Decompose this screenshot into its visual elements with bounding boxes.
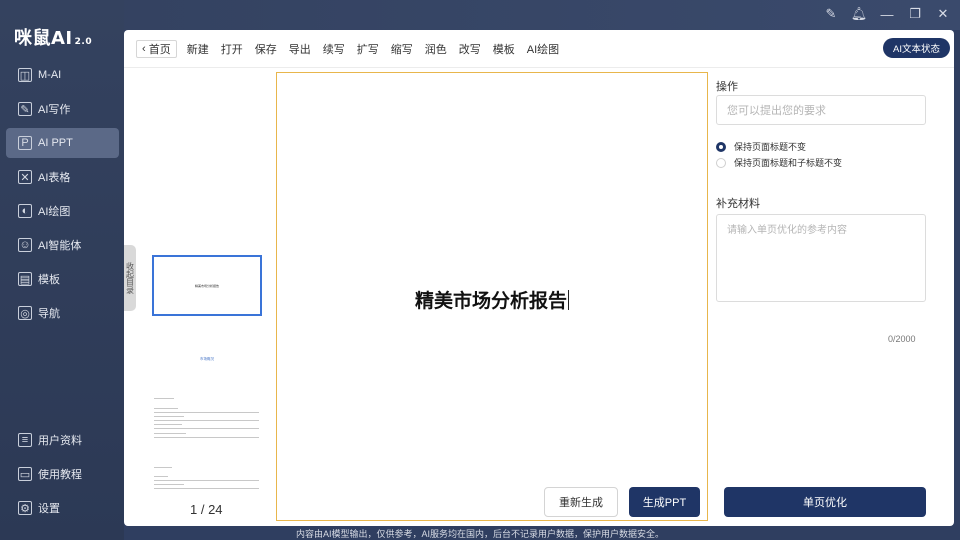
tutorial-icon: ▭ xyxy=(18,467,32,481)
cube-icon: ◫ xyxy=(18,68,32,82)
chevron-left-icon: ‹ xyxy=(142,42,149,55)
template-icon: ▤ xyxy=(18,272,32,286)
sidebar-item-label: AI写作 xyxy=(38,104,71,116)
sidebar-bottom-nav: ≡ 用户资料 ▭ 使用教程 ⚙ 设置 xyxy=(6,425,119,527)
title-bar: ✎ 🔔︎ — ❐ ✕ xyxy=(0,0,960,30)
sidebar-item-label: 导航 xyxy=(38,308,60,320)
slide-thumbnail-1[interactable]: 精美市场分析报告 xyxy=(152,255,262,316)
thumbnail-title: 精美市场分析报告 xyxy=(194,284,219,288)
thumbnail-text-line xyxy=(154,416,184,417)
supplement-textarea[interactable]: 请输入单页优化的参考内容 xyxy=(716,214,926,302)
sidebar-item-user-profile[interactable]: ≡ 用户资料 xyxy=(6,425,119,455)
ai-drawing-button[interactable]: AI绘图 xyxy=(527,41,559,57)
thumbnail-text-line xyxy=(154,480,259,481)
thumbnail-text-line xyxy=(154,437,259,438)
radio-unchecked-icon xyxy=(716,157,726,168)
sidebar-item-label: 模板 xyxy=(38,274,60,286)
feedback-icon[interactable]: ✎ xyxy=(822,5,840,23)
minimize-icon[interactable]: — xyxy=(878,5,896,23)
sidebar-item-label: AI智能体 xyxy=(38,240,82,252)
optimize-panel: 操作 您可以提出您的要求 保持页面标题不变 保持页面标题和子标题不变 补充材料 … xyxy=(716,68,954,526)
sidebar-item-m-ai[interactable]: ◫ M-AI xyxy=(6,60,119,90)
toolbar: ‹ 首页 新建 打开 保存 导出 续写 扩写 缩写 润色 改写 模板 AI绘图 … xyxy=(124,30,954,68)
char-counter: 0/2000 xyxy=(888,334,916,344)
thumbnail-text-line xyxy=(154,412,259,413)
thumbnail-title: 市场概况 xyxy=(200,357,214,361)
sidebar-item-label: 用户资料 xyxy=(38,435,82,447)
navigation-icon: ◎ xyxy=(18,306,32,320)
gear-icon: ⚙ xyxy=(18,501,32,515)
sidebar-item-label: 使用教程 xyxy=(38,469,82,481)
thumbnail-text-line xyxy=(154,433,186,434)
footer-disclaimer: 内容由AI模型输出，仅供参考，AI服务均在国内，后台不记录用户数据，保护用户数据… xyxy=(295,529,664,539)
supplement-label: 补充材料 xyxy=(716,198,760,210)
template-button[interactable]: 模板 xyxy=(493,41,515,57)
thumbnail-text-line xyxy=(154,420,259,421)
thumbnail-text-line xyxy=(154,398,174,399)
sidebar-nav: ◫ M-AI ✎ AI写作 P AI PPT ✕ AI表格 ◐ AI绘图 ☺ AI智能体 ▤… xyxy=(6,60,119,332)
sidebar-item-ai-ppt[interactable]: P AI PPT xyxy=(6,128,119,158)
radio-checked-icon xyxy=(716,141,726,152)
sidebar-item-tutorial[interactable]: ▭ 使用教程 xyxy=(6,459,119,489)
ppt-icon: P xyxy=(18,136,32,150)
operation-label: 操作 xyxy=(716,81,738,93)
thumbnail-text-line xyxy=(154,424,182,425)
close-icon[interactable]: ✕ xyxy=(934,5,952,23)
slide-title[interactable]: 精美市场分析报告 xyxy=(277,286,707,313)
paint-icon: ◐ xyxy=(18,204,32,218)
sidebar-item-ai-drawing[interactable]: ◐ AI绘图 xyxy=(6,196,119,226)
robot-icon: ☺ xyxy=(18,238,32,252)
app-logo: 咪鼠AI 2.0 xyxy=(14,28,93,49)
window-controls: ✎ 🔔︎ — ❐ ✕ xyxy=(822,5,952,23)
sidebar-item-ai-agent[interactable]: ☺ AI智能体 xyxy=(6,230,119,260)
rewrite-button[interactable]: 改写 xyxy=(459,41,481,57)
sidebar-item-ai-table[interactable]: ✕ AI表格 xyxy=(6,162,119,192)
sidebar-item-label: AI绘图 xyxy=(38,206,71,218)
thumbnail-text-line xyxy=(154,408,178,409)
regenerate-button[interactable]: 重新生成 xyxy=(544,487,618,517)
sidebar-item-label: AI表格 xyxy=(38,172,71,184)
page-indicator: 1 / 24 xyxy=(190,502,223,517)
sidebar-item-navigation[interactable]: ◎ 导航 xyxy=(6,298,119,328)
bell-icon[interactable]: 🔔︎ xyxy=(850,5,868,23)
polish-button[interactable]: 润色 xyxy=(425,41,447,57)
collapse-outline-tab[interactable]: 收起目录 xyxy=(124,245,136,311)
sidebar-item-ai-writing[interactable]: ✎ AI写作 xyxy=(6,94,119,124)
edit-icon: ✎ xyxy=(18,102,32,116)
sidebar-item-templates[interactable]: ▤ 模板 xyxy=(6,264,119,294)
sidebar-item-label: AI PPT xyxy=(38,137,73,149)
thumbnail-text-line xyxy=(154,428,259,429)
sidebar-item-label: 设置 xyxy=(38,503,60,515)
radio-keep-title-subtitle[interactable]: 保持页面标题和子标题不变 xyxy=(716,156,842,169)
restore-icon[interactable]: ❐ xyxy=(906,5,924,23)
request-input[interactable]: 您可以提出您的要求 xyxy=(716,95,926,125)
table-icon: ✕ xyxy=(18,170,32,184)
slide-thumbnail-2[interactable]: 市场概况 xyxy=(152,330,262,490)
ai-status-button[interactable]: AI文本状态 xyxy=(883,38,950,58)
thumbnail-text-line xyxy=(154,467,172,468)
save-button[interactable]: 保存 xyxy=(255,41,277,57)
home-button[interactable]: ‹ 首页 xyxy=(136,39,177,58)
main-panel: ‹ 首页 新建 打开 保存 导出 续写 扩写 缩写 润色 改写 模板 AI绘图 … xyxy=(124,30,954,526)
thumbnail-text-line xyxy=(154,484,184,485)
new-button[interactable]: 新建 xyxy=(187,41,209,57)
text-caret xyxy=(568,290,569,310)
open-button[interactable]: 打开 xyxy=(221,41,243,57)
continue-writing-button[interactable]: 续写 xyxy=(323,41,345,57)
sidebar-item-label: M-AI xyxy=(38,69,62,81)
sidebar: 咪鼠AI 2.0 ◫ M-AI ✎ AI写作 P AI PPT ✕ AI表格 ◐ AI绘图 … xyxy=(0,0,124,540)
generate-ppt-button[interactable]: 生成PPT xyxy=(629,487,700,517)
expand-button[interactable]: 扩写 xyxy=(357,41,379,57)
export-button[interactable]: 导出 xyxy=(289,41,311,57)
radio-keep-title[interactable]: 保持页面标题不变 xyxy=(716,140,806,153)
thumbnail-text-line xyxy=(154,476,168,477)
slide-canvas[interactable]: 精美市场分析报告 xyxy=(276,72,708,521)
shorten-button[interactable]: 缩写 xyxy=(391,41,413,57)
single-page-optimize-button[interactable]: 单页优化 xyxy=(724,487,926,517)
user-profile-icon: ≡ xyxy=(18,433,32,447)
sidebar-item-settings[interactable]: ⚙ 设置 xyxy=(6,493,119,523)
thumbnail-text-line xyxy=(154,488,259,489)
